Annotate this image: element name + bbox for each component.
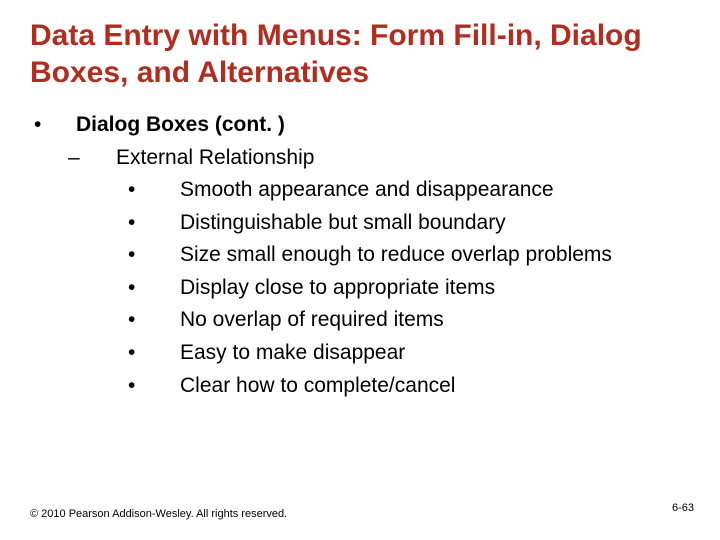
- level3-text: Display close to appropriate items: [180, 272, 495, 305]
- list-item-level2: – External Relationship: [30, 142, 690, 175]
- page-number: 6-63: [672, 502, 694, 514]
- list-item-level3: • Distinguishable but small boundary: [30, 207, 690, 240]
- bullet-dot-icon: •: [124, 304, 180, 337]
- copyright-text: © 2010 Pearson Addison-Wesley. All right…: [30, 508, 287, 520]
- slide-title: Data Entry with Menus: Form Fill-in, Dia…: [0, 0, 720, 91]
- bullet-dot-icon: •: [124, 272, 180, 305]
- level3-text: Easy to make disappear: [180, 337, 405, 370]
- list-item-level3: • Size small enough to reduce overlap pr…: [30, 239, 690, 272]
- list-item-level3: • No overlap of required items: [30, 304, 690, 337]
- slide: Data Entry with Menus: Form Fill-in, Dia…: [0, 0, 720, 540]
- bullet-dot-icon: •: [124, 370, 180, 403]
- list-item-level3: • Smooth appearance and disappearance: [30, 174, 690, 207]
- bullet-dot-icon: •: [124, 239, 180, 272]
- bullet-dot-icon: •: [124, 337, 180, 370]
- list-item-level3: • Easy to make disappear: [30, 337, 690, 370]
- list-item-level1: • Dialog Boxes (cont. ): [30, 109, 690, 142]
- list-item-level3: • Display close to appropriate items: [30, 272, 690, 305]
- level3-text: Size small enough to reduce overlap prob…: [180, 239, 612, 272]
- level3-text: Clear how to complete/cancel: [180, 370, 455, 403]
- level3-text: Distinguishable but small boundary: [180, 207, 506, 240]
- slide-content: • Dialog Boxes (cont. ) – External Relat…: [0, 91, 720, 402]
- level3-text: No overlap of required items: [180, 304, 444, 337]
- bullet-dot-icon: •: [124, 174, 180, 207]
- bullet-dot-icon: •: [30, 109, 76, 142]
- list-item-level3: • Clear how to complete/cancel: [30, 370, 690, 403]
- level3-text: Smooth appearance and disappearance: [180, 174, 554, 207]
- level1-text: Dialog Boxes (cont. ): [76, 109, 285, 142]
- level2-text: External Relationship: [116, 142, 314, 175]
- bullet-dash-icon: –: [66, 142, 116, 175]
- bullet-dot-icon: •: [124, 207, 180, 240]
